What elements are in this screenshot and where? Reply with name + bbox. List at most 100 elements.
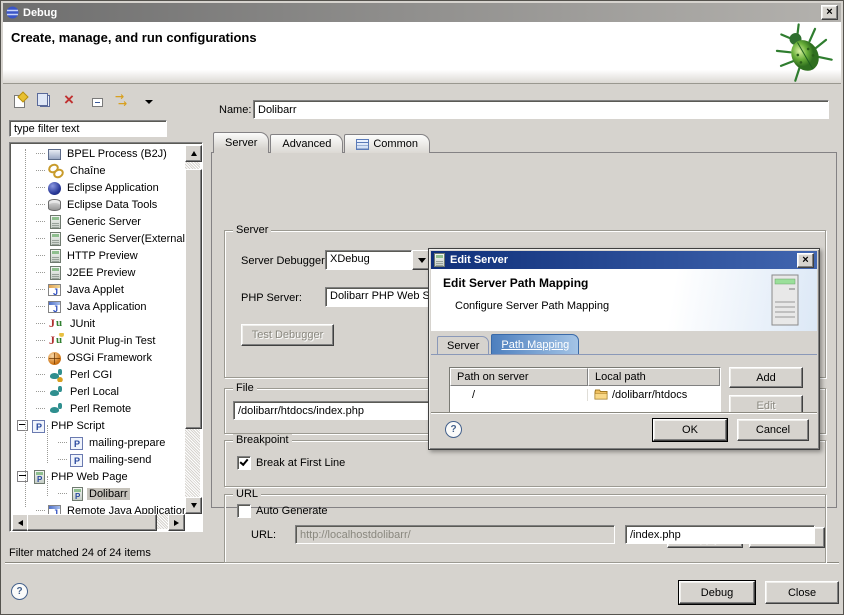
- auto-generate-label: Auto Generate: [256, 505, 328, 517]
- tree-item[interactable]: Chaîne: [12, 162, 185, 179]
- tree-item[interactable]: PHP Script: [12, 417, 185, 434]
- column-path-on-server[interactable]: Path on server: [450, 368, 588, 386]
- edit-server-dialog: Edit Server × Edit Server Path Mapping C…: [428, 248, 820, 450]
- close-button[interactable]: Close: [765, 581, 839, 604]
- path-mapping-table: Path on server Local path / /dolibarr/ht…: [449, 367, 721, 414]
- tree-item[interactable]: Generic Server: [12, 213, 185, 230]
- toolbar-button[interactable]: [61, 91, 85, 112]
- test-debugger-button[interactable]: Test Debugger: [241, 324, 334, 346]
- horizontal-scroll-thumb[interactable]: [27, 514, 157, 531]
- tree-horizontal-scrollbar[interactable]: [12, 514, 185, 529]
- junit-plugin-icon: [48, 333, 64, 348]
- edit-server-subheading: Configure Server Path Mapping: [455, 300, 609, 312]
- toolbar-button[interactable]: [87, 91, 111, 112]
- dialog-tab[interactable]: Server: [437, 336, 489, 354]
- table-row[interactable]: / /dolibarr/htdocs: [450, 386, 720, 403]
- eclipse-app-icon: [48, 182, 61, 195]
- java-app-icon: [48, 301, 61, 313]
- column-local-path[interactable]: Local path: [588, 368, 720, 386]
- tree-vertical-scrollbar[interactable]: [185, 145, 200, 514]
- configuration-tree: BPEL Process (B2J) Chaîne Eclipse Applic…: [12, 145, 185, 514]
- server-debugger-select[interactable]: XDebug: [325, 250, 431, 270]
- dialog-help-icon[interactable]: ?: [445, 421, 462, 438]
- cancel-button[interactable]: Cancel: [737, 419, 809, 441]
- tab[interactable]: Server: [213, 132, 269, 153]
- junit-icon: [48, 316, 64, 331]
- server-tower-icon: [767, 273, 803, 330]
- tree-item[interactable]: Perl Remote: [12, 400, 185, 417]
- vertical-scroll-thumb[interactable]: [185, 169, 202, 429]
- dialog-banner: Create, manage, and run configurations: [3, 22, 841, 84]
- dialog-tab[interactable]: Path Mapping: [491, 334, 579, 354]
- debug-bug-icon: [773, 22, 833, 85]
- tree-item[interactable]: Perl Local: [12, 383, 185, 400]
- toolbar-button[interactable]: [9, 91, 33, 112]
- close-window-icon[interactable]: ×: [821, 5, 838, 20]
- break-first-line-label: Break at First Line: [256, 457, 345, 469]
- debug-window: Debug × Create, manage, and run configur…: [0, 0, 844, 615]
- tree-item[interactable]: BPEL Process (B2J): [12, 145, 185, 162]
- new-configuration-icon: [14, 95, 25, 108]
- debug-button[interactable]: Debug: [679, 581, 755, 604]
- break-first-line-checkbox[interactable]: [237, 456, 251, 470]
- configurations-sidebar: BPEL Process (B2J) Chaîne Eclipse Applic…: [9, 89, 203, 561]
- sidebar-toolbar: [9, 89, 203, 113]
- edit-server-titlebar: Edit Server ×: [431, 251, 817, 269]
- window-title: Debug: [23, 7, 57, 19]
- tree-item[interactable]: Perl CGI: [12, 366, 185, 383]
- osgi-icon: [48, 352, 61, 365]
- toolbar-button[interactable]: [113, 91, 137, 112]
- tree-item[interactable]: Dolibarr: [12, 485, 185, 502]
- edit-server-title: Edit Server: [450, 254, 508, 266]
- php-file-icon: [70, 437, 83, 450]
- tree-item[interactable]: mailing-send: [12, 451, 185, 468]
- toolbar-button[interactable]: [139, 91, 163, 112]
- tree-item[interactable]: Generic Server(External La: [12, 230, 185, 247]
- server-icon: [50, 215, 61, 229]
- file-group-label: File: [233, 382, 257, 394]
- tree-item[interactable]: Remote Java Application: [12, 502, 185, 514]
- name-label: Name:: [219, 104, 251, 116]
- url-label: URL:: [251, 529, 276, 541]
- table-grid-icon: [356, 139, 369, 150]
- server-group-label: Server: [233, 224, 271, 236]
- tree-item[interactable]: J2EE Preview: [12, 264, 185, 281]
- tree-item[interactable]: HTTP Preview: [12, 247, 185, 264]
- tree-item[interactable]: Eclipse Data Tools: [12, 196, 185, 213]
- java-applet-icon: [48, 284, 61, 296]
- tree-item[interactable]: Java Application: [12, 298, 185, 315]
- scroll-up-icon[interactable]: [185, 145, 202, 162]
- php-script-icon: [32, 420, 45, 433]
- tree-item[interactable]: JUnit: [12, 315, 185, 332]
- collapse-all-icon: [92, 98, 103, 107]
- name-input[interactable]: [253, 100, 829, 119]
- tree-item[interactable]: mailing-prepare: [12, 434, 185, 451]
- tree-item[interactable]: JUnit Plug-in Test: [12, 332, 185, 349]
- tree-item[interactable]: PHP Web Page: [12, 468, 185, 485]
- url-path-input[interactable]: [625, 525, 815, 544]
- server-debugger-label: Server Debugger:: [241, 255, 328, 267]
- auto-generate-checkbox[interactable]: [237, 504, 251, 518]
- banner-heading: Create, manage, and run configurations: [11, 30, 257, 45]
- configuration-tabs: ServerAdvancedCommon: [213, 133, 431, 153]
- perl-icon: [48, 384, 64, 399]
- collapse-expander-icon[interactable]: [17, 471, 28, 482]
- toolbar-button[interactable]: [35, 91, 59, 112]
- url-group-label: URL: [233, 488, 261, 500]
- collapse-expander-icon[interactable]: [17, 420, 28, 431]
- help-icon[interactable]: ?: [11, 583, 28, 600]
- tab[interactable]: Advanced: [270, 134, 343, 153]
- add-mapping-button[interactable]: Add: [729, 367, 803, 388]
- tree-item[interactable]: Java Applet: [12, 281, 185, 298]
- url-group: URL Auto Generate URL:: [224, 494, 826, 563]
- scroll-right-icon[interactable]: [168, 514, 185, 531]
- table-header: Path on server Local path: [450, 368, 720, 386]
- tree-item[interactable]: Eclipse Application: [12, 179, 185, 196]
- tree-item[interactable]: OSGi Framework: [12, 349, 185, 366]
- eclipse-logo-icon: [6, 6, 19, 19]
- filter-input[interactable]: [9, 120, 167, 137]
- close-dialog-icon[interactable]: ×: [797, 253, 814, 268]
- tab[interactable]: Common: [344, 134, 430, 153]
- ok-button[interactable]: OK: [653, 419, 727, 441]
- scroll-down-icon[interactable]: [185, 497, 202, 514]
